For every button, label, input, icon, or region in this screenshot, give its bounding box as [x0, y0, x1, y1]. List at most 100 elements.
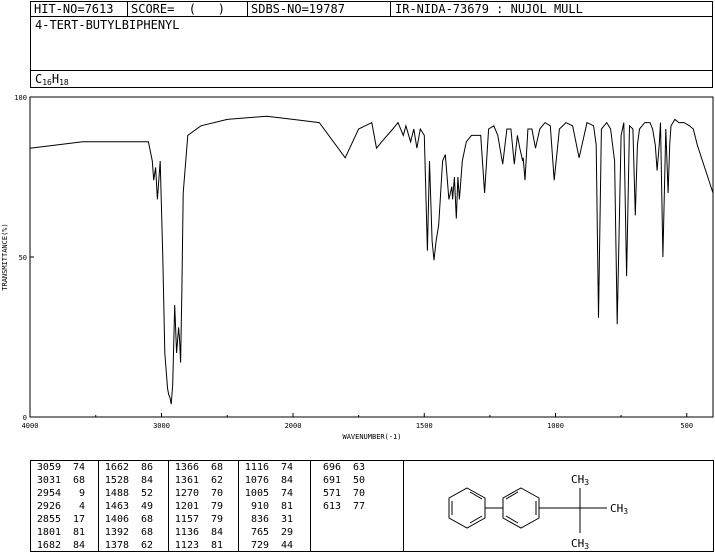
peak-wavenumber: 2954 — [36, 488, 61, 499]
peak-wavenumber: 1682 — [36, 540, 61, 551]
peak-wavenumber: 1270 — [174, 488, 199, 499]
y-tick-label: 0 — [23, 414, 27, 422]
peak-row: 1270 70 — [169, 487, 238, 500]
peak-column: 1116 74 1076 84 1005 74 910 81 836 31 765 29 729 44 — [239, 461, 311, 551]
x-axis-label: WAVENUMBER(-1) — [342, 433, 401, 441]
peak-row: 910 81 — [239, 500, 310, 513]
peak-wavenumber: 2926 — [36, 501, 61, 512]
peak-row: 1116 74 — [239, 461, 310, 474]
peak-transmittance: 31 — [280, 514, 293, 525]
peak-row: 729 44 — [239, 539, 310, 552]
peak-wavenumber: 729 — [250, 540, 269, 551]
y-tick-label: 100 — [14, 94, 27, 102]
peak-row: 613 77 — [311, 500, 403, 513]
peak-row: 1136 84 — [169, 526, 238, 539]
structure-box: CH3 CH3 CH3 — [404, 460, 714, 552]
x-tick-label: 1000 — [547, 422, 564, 430]
peak-transmittance: 52 — [140, 488, 153, 499]
molecular-structure: CH3 CH3 CH3 — [448, 473, 628, 551]
aromatic-double-bond — [469, 515, 483, 524]
peak-wavenumber: 1123 — [174, 540, 199, 551]
methyl-label-right: CH3 — [610, 502, 628, 516]
peak-row: 1682 84 — [31, 539, 98, 552]
peak-wavenumber: 1801 — [36, 527, 61, 538]
peak-transmittance: 79 — [210, 514, 223, 525]
peak-row: 3059 74 — [31, 461, 98, 474]
peak-wavenumber: 1662 — [104, 462, 129, 473]
peak-transmittance: 79 — [210, 501, 223, 512]
peak-row: 1005 74 — [239, 487, 310, 500]
peak-transmittance: 70 — [210, 488, 223, 499]
peak-transmittance: 63 — [352, 462, 365, 473]
peak-transmittance: 29 — [280, 527, 293, 538]
peak-row: 1157 79 — [169, 513, 238, 526]
peak-row: 1392 68 — [99, 526, 168, 539]
peak-row: 3031 68 — [31, 474, 98, 487]
peak-transmittance: 81 — [210, 540, 223, 551]
peak-wavenumber: 1528 — [104, 475, 129, 486]
spectrum-line — [29, 115, 714, 405]
peak-row: 1488 52 — [99, 487, 168, 500]
peak-transmittance: 84 — [140, 475, 153, 486]
peak-column: 696 63 691 50 571 70 613 77 — [311, 461, 403, 551]
peak-transmittance: 68 — [210, 462, 223, 473]
peak-transmittance: 84 — [280, 475, 293, 486]
methyl-label-top: CH3 — [571, 473, 589, 487]
peak-wavenumber: 1406 — [104, 514, 129, 525]
y-axis: 0 50 100 — [14, 94, 34, 422]
x-tick-label: 2000 — [285, 422, 302, 430]
peak-row: 1366 68 — [169, 461, 238, 474]
peak-wavenumber: 571 — [322, 488, 341, 499]
peak-transmittance: 68 — [72, 475, 85, 486]
peak-wavenumber: 1076 — [244, 475, 269, 486]
plot-frame — [29, 96, 714, 418]
x-axis: 4000 3000 2000 1500 1000 500 — [22, 413, 693, 430]
peak-wavenumber: 1116 — [244, 462, 269, 473]
peak-wavenumber: 3031 — [36, 475, 61, 486]
peak-transmittance: 74 — [72, 462, 85, 473]
peak-row: 2926 4 — [31, 500, 98, 513]
peak-transmittance: 68 — [140, 514, 153, 525]
peak-row: 1123 81 — [169, 539, 238, 552]
peak-transmittance: 49 — [140, 501, 153, 512]
biphenyl-bonds — [448, 487, 607, 533]
x-tick-label: 4000 — [22, 422, 39, 430]
peak-wavenumber: 1157 — [174, 514, 199, 525]
peak-wavenumber: 1378 — [104, 540, 129, 551]
peak-transmittance: 74 — [280, 488, 293, 499]
peak-row: 571 70 — [311, 487, 403, 500]
x-tick-label: 500 — [680, 422, 693, 430]
peak-row: 836 31 — [239, 513, 310, 526]
peak-transmittance: 84 — [72, 540, 85, 551]
peak-column: 1662 86 1528 84 1488 52 1463 49 1406 68 1392 68 1378… — [99, 461, 169, 551]
peak-row: 1406 68 — [99, 513, 168, 526]
aromatic-double-bond — [505, 515, 519, 524]
peak-wavenumber: 910 — [250, 501, 269, 512]
peak-transmittance: 50 — [352, 475, 365, 486]
ir-spectrum-chart: 0 50 100 4000 3000 2000 1500 1000 500 WAVENUMBE… — [1, 94, 714, 441]
peak-row: 1528 84 — [99, 474, 168, 487]
peak-wavenumber: 1201 — [174, 501, 199, 512]
peak-column: 1366 68 1361 62 1270 70 1201 79 1157 79 1136 84 1123… — [169, 461, 239, 551]
peak-row: 2954 9 — [31, 487, 98, 500]
peak-transmittance: 62 — [140, 540, 153, 551]
peak-transmittance: 74 — [280, 462, 293, 473]
y-axis-label: TRANSMITTANCE(%) — [1, 223, 9, 290]
peak-row: 1801 81 — [31, 526, 98, 539]
peak-row: 2855 17 — [31, 513, 98, 526]
peak-wavenumber: 2855 — [36, 514, 61, 525]
peak-row: 1201 79 — [169, 500, 238, 513]
peak-row: 696 63 — [311, 461, 403, 474]
peak-column: 3059 74 3031 68 2954 9 2926 4 2855 17 1801 81 1682 84 — [31, 461, 99, 551]
peak-wavenumber: 765 — [250, 527, 269, 538]
peak-row: 765 29 — [239, 526, 310, 539]
peak-transmittance: 81 — [72, 527, 85, 538]
peak-transmittance: 86 — [140, 462, 153, 473]
peak-transmittance: 68 — [140, 527, 153, 538]
peak-wavenumber: 1361 — [174, 475, 199, 486]
peak-wavenumber: 696 — [322, 462, 341, 473]
peak-transmittance: 9 — [78, 488, 85, 499]
peak-transmittance: 70 — [352, 488, 365, 499]
peak-wavenumber: 3059 — [36, 462, 61, 473]
peak-wavenumber: 836 — [250, 514, 269, 525]
